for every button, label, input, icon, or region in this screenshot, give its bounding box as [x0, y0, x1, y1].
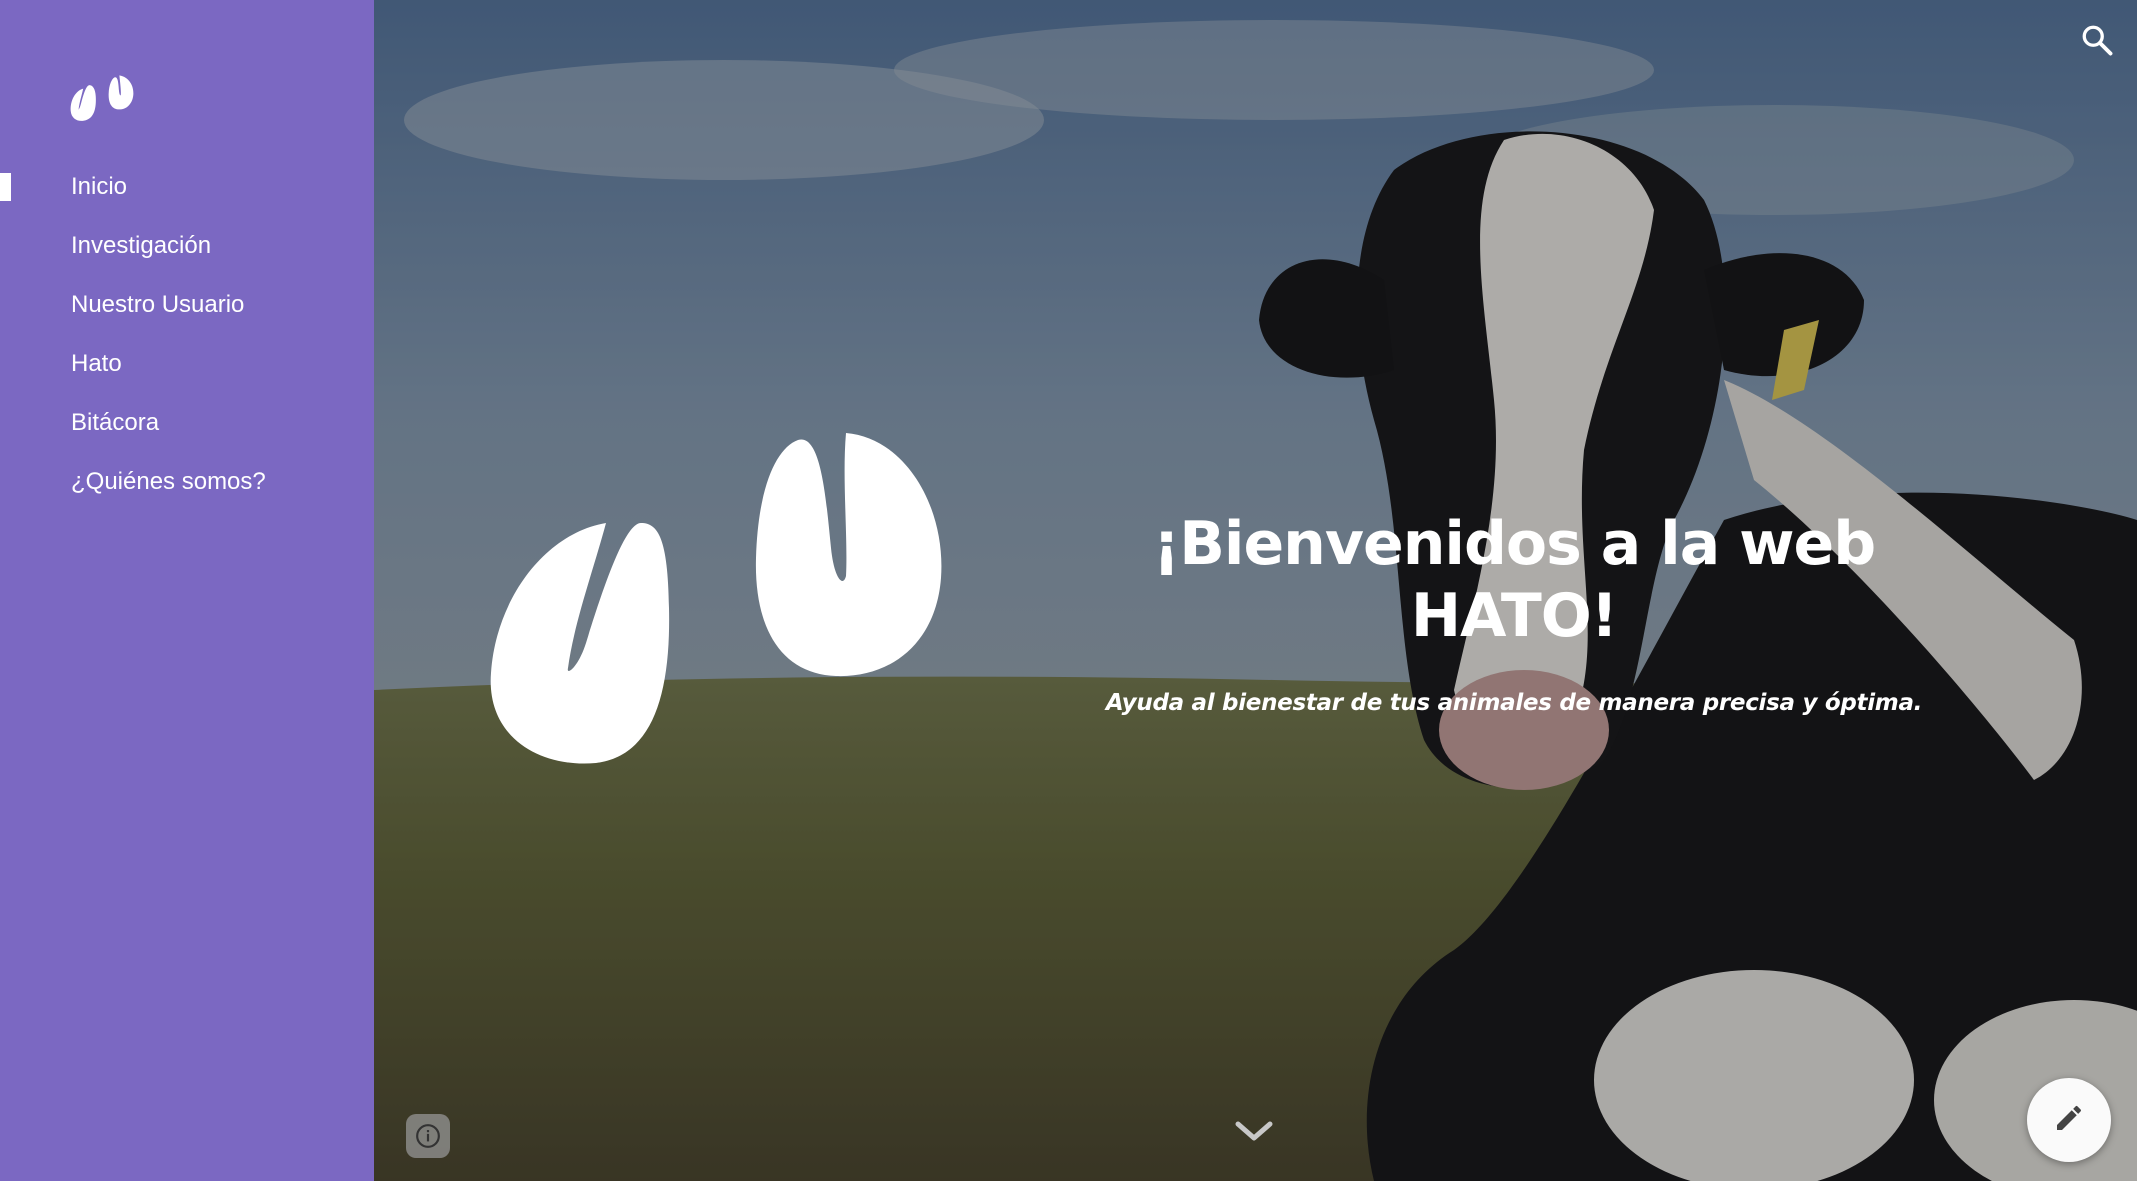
info-icon[interactable]: [406, 1114, 450, 1158]
hoof-logo-icon[interactable]: [70, 75, 134, 123]
nav-item-investigacion[interactable]: Investigación: [0, 216, 374, 275]
nav-item-label: Investigación: [71, 231, 212, 259]
nav-item-label: Inicio: [71, 172, 128, 200]
main-nav: Inicio Investigación Nuestro Usuario Hat…: [0, 157, 374, 511]
nav-item-label: Bitácora: [71, 408, 160, 436]
sidebar: Inicio Investigación Nuestro Usuario Hat…: [0, 0, 374, 1181]
hero-text: ¡Bienvenidos a la web HATO! Ayuda al bie…: [1054, 508, 1974, 716]
pencil-icon: [2053, 1102, 2085, 1139]
nav-item-hato[interactable]: Hato: [0, 334, 374, 393]
hoof-logo-icon: [486, 428, 946, 768]
search-icon[interactable]: [2079, 22, 2115, 58]
edit-button[interactable]: [2027, 1078, 2111, 1162]
nav-item-inicio[interactable]: Inicio: [0, 157, 374, 216]
nav-item-label: Hato: [71, 349, 122, 377]
active-indicator: [0, 172, 11, 201]
chevron-down-icon[interactable]: [1234, 1118, 1274, 1144]
nav-item-quienes-somos[interactable]: ¿Quiénes somos?: [0, 452, 374, 511]
hero-subtitle: Ayuda al bienestar de tus animales de ma…: [1105, 690, 1923, 716]
hero-section: ¡Bienvenidos a la web HATO! Ayuda al bie…: [374, 0, 2137, 1181]
hero-title: ¡Bienvenidos a la web HATO!: [1152, 509, 1876, 651]
nav-item-label: ¿Quiénes somos?: [71, 467, 266, 495]
nav-item-nuestro-usuario[interactable]: Nuestro Usuario: [0, 275, 374, 334]
nav-item-bitacora[interactable]: Bitácora: [0, 393, 374, 452]
nav-item-label: Nuestro Usuario: [71, 290, 245, 318]
